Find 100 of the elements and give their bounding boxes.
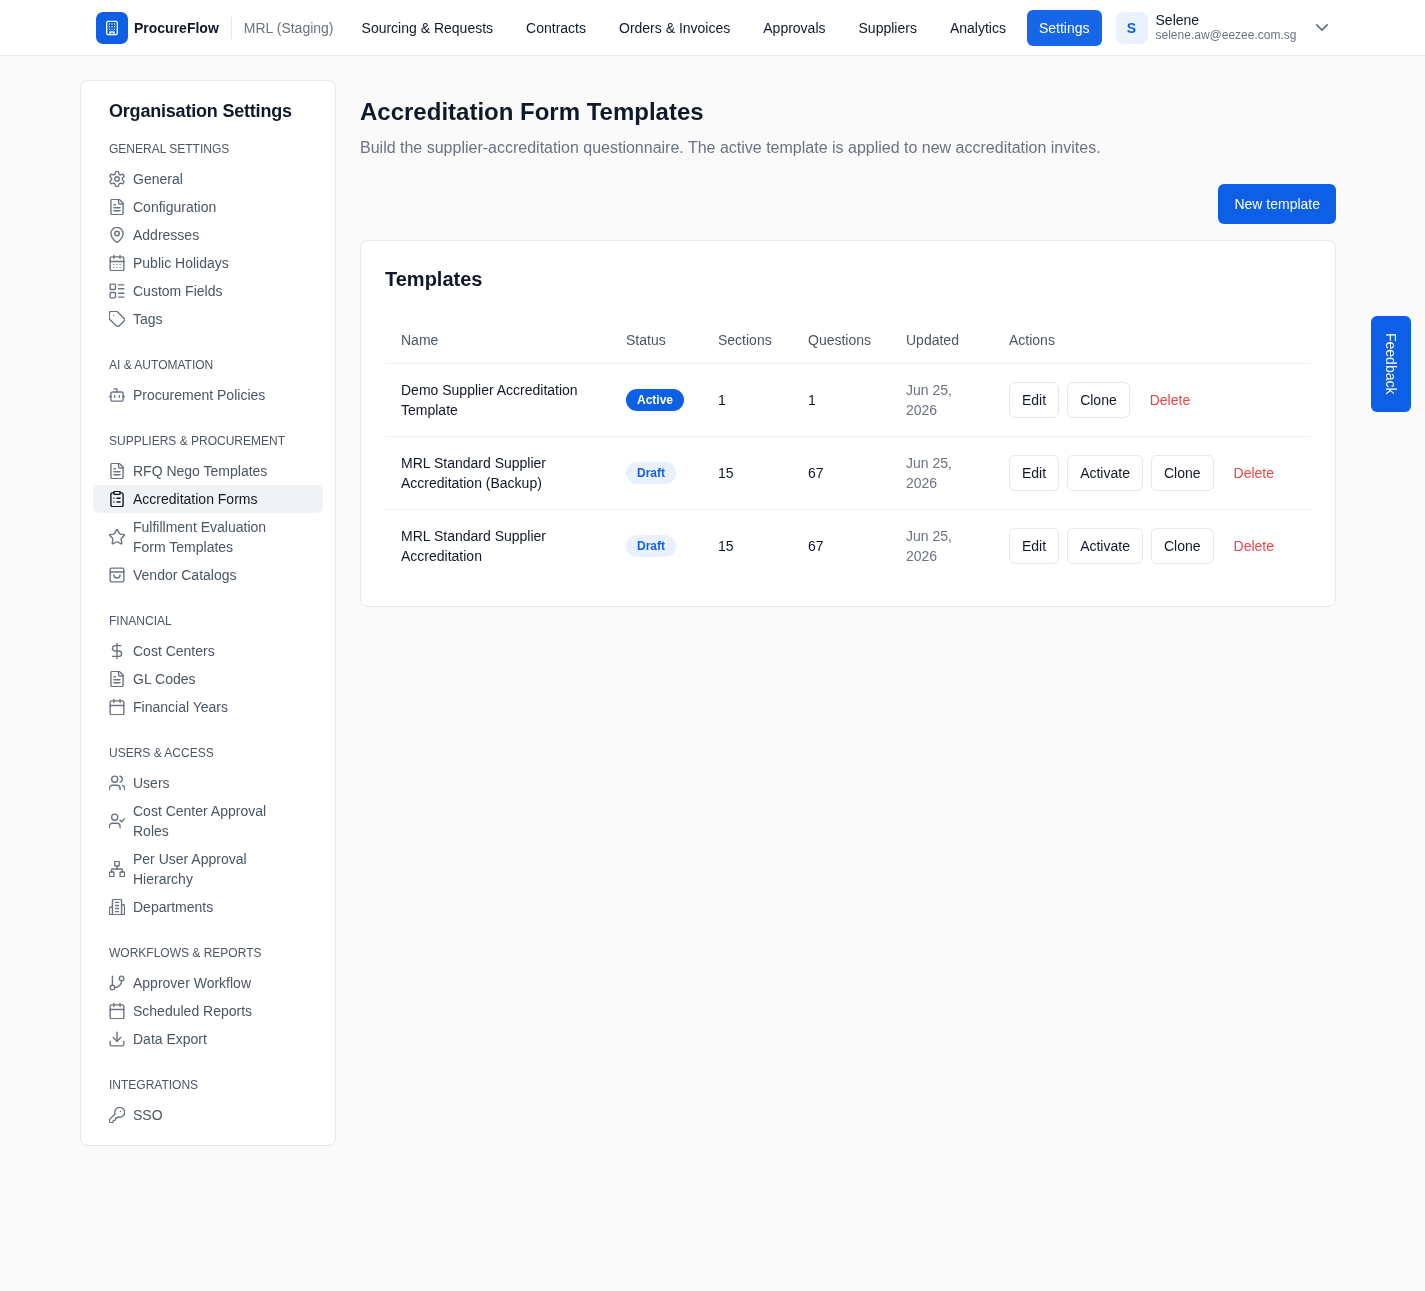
sidebar-link[interactable]: Users <box>93 769 323 797</box>
sidebar-link[interactable]: Approver Workflow <box>93 969 323 997</box>
clipboard-icon <box>109 491 125 507</box>
nav-link[interactable]: Settings <box>1026 9 1102 46</box>
sidebar-link[interactable]: Vendor Catalogs <box>93 561 323 589</box>
row-action-button[interactable]: Activate <box>1067 528 1143 564</box>
row-action-button[interactable]: Clone <box>1067 382 1130 418</box>
delete-button[interactable]: Delete <box>1137 382 1203 418</box>
table-cell: 15 <box>718 465 734 481</box>
template-name: MRL Standard Supplier Accreditation <box>401 528 546 564</box>
delete-button[interactable]: Delete <box>1221 455 1286 491</box>
table-cell: 15 <box>718 538 734 554</box>
nav-link[interactable]: Analytics <box>937 9 1018 46</box>
bag-icon <box>109 567 125 583</box>
robot-icon <box>109 387 125 403</box>
template-name: MRL Standard Supplier Accreditation (Backup) <box>401 455 546 491</box>
table-cell: 67 <box>808 465 824 481</box>
sidebar-link[interactable]: RFQ Nego Templates <box>93 457 323 485</box>
calendar-icon <box>109 1003 125 1019</box>
chevron-down-icon[interactable] <box>1316 24 1329 31</box>
card-title: Templates <box>385 267 484 292</box>
nav-link[interactable]: Sourcing & Requests <box>349 9 506 46</box>
map-pin-icon <box>109 227 125 243</box>
row-action-button[interactable]: Clone <box>1150 455 1214 491</box>
sidebar-link[interactable]: Procurement Policies <box>93 381 323 409</box>
document-icon <box>109 199 125 215</box>
status-badge: Draft <box>626 535 676 557</box>
dollar-icon <box>109 643 125 659</box>
sidebar-link[interactable]: Accreditation Forms <box>93 485 323 513</box>
document-icon <box>109 671 125 687</box>
sidebar-link[interactable]: General <box>93 165 323 193</box>
column-header: Sections <box>718 331 772 348</box>
calendar-icon <box>109 255 125 271</box>
building-icon <box>109 899 125 915</box>
row-action-button[interactable]: Activate <box>1067 455 1143 491</box>
section-heading: WORKFLOWS & REPORTS <box>108 945 263 961</box>
nav-link[interactable]: Contracts <box>514 9 598 46</box>
key-icon <box>109 1107 125 1123</box>
sidebar-link[interactable]: Tags <box>93 305 323 333</box>
sidebar-link[interactable]: Fulfillment Evaluation Form Templates <box>93 513 323 561</box>
tag-icon <box>109 311 125 327</box>
user-email: selene.aw@eezee.com.sg <box>1155 28 1297 43</box>
new-template-button[interactable]: New template <box>1218 184 1336 224</box>
template-name: Demo Supplier Accreditation Template <box>401 382 578 418</box>
sidebar-link[interactable]: Data Export <box>93 1025 323 1053</box>
section-heading: FINANCIAL <box>108 613 173 629</box>
sidebar-title: Organisation Settings <box>108 100 293 123</box>
settings-icon <box>109 171 125 187</box>
section-heading: INTEGRATIONS <box>108 1077 200 1093</box>
status-badge: Draft <box>626 462 676 484</box>
download-icon <box>109 1031 125 1047</box>
sidebar-link[interactable]: Addresses <box>93 221 323 249</box>
table-cell: 1 <box>808 392 816 408</box>
row-action-button[interactable]: Edit <box>1009 528 1060 564</box>
section-heading: GENERAL SETTINGS <box>108 141 231 157</box>
sidebar-link[interactable]: Financial Years <box>93 693 323 721</box>
row-action-button[interactable]: Clone <box>1150 528 1214 564</box>
row-action-button[interactable]: Edit <box>1009 382 1060 418</box>
sidebar-link[interactable]: Per User Approval Hierarchy <box>93 845 323 893</box>
building-logo-icon[interactable] <box>96 11 128 44</box>
nav-link[interactable]: Suppliers <box>846 9 929 46</box>
updated-date: Jun 25, 2026 <box>906 382 952 418</box>
users-icon <box>109 775 125 791</box>
section-heading: USERS & ACCESS <box>108 745 215 761</box>
environment-label: MRL (Staging) <box>243 19 334 36</box>
sidebar-link[interactable]: Departments <box>93 893 323 921</box>
calendar-icon <box>109 699 125 715</box>
status-badge: Active <box>626 389 685 411</box>
user-name: Selene <box>1155 12 1201 28</box>
sidebar-link[interactable]: Scheduled Reports <box>93 997 323 1025</box>
brand-name: ProcureFlow <box>134 19 219 36</box>
nav-link[interactable]: Orders & Invoices <box>607 9 743 46</box>
page-title: Accreditation Form Templates <box>360 97 705 127</box>
document-icon <box>109 463 125 479</box>
branch-icon <box>109 975 125 991</box>
column-header: Questions <box>808 331 872 348</box>
delete-button[interactable]: Delete <box>1221 528 1286 564</box>
star-icon <box>109 529 125 545</box>
page-description: Build the supplier-accreditation questionnaire. The active template is applied to new accreditation invites. <box>360 138 1102 158</box>
user-check-icon <box>109 813 125 829</box>
column-header: Actions <box>1009 331 1055 348</box>
row-action-button[interactable]: Edit <box>1009 455 1060 491</box>
table-cell: 1 <box>718 392 726 408</box>
nav-link[interactable]: Approvals <box>751 9 838 46</box>
sidebar-link[interactable]: Cost Center Approval Roles <box>93 797 323 845</box>
column-header: Name <box>401 331 439 348</box>
column-header: Status <box>626 331 666 348</box>
hierarchy-icon <box>109 861 125 877</box>
sidebar-link[interactable]: Configuration <box>93 193 323 221</box>
updated-date: Jun 25, 2026 <box>906 455 952 491</box>
user-avatar[interactable]: S <box>1115 11 1148 44</box>
feedback-button[interactable]: Feedback <box>1371 316 1411 412</box>
sidebar-link[interactable]: Custom Fields <box>93 277 323 305</box>
sidebar-link[interactable]: Public Holidays <box>93 249 323 277</box>
section-heading: AI & AUTOMATION <box>108 357 215 373</box>
sidebar-link[interactable]: GL Codes <box>93 665 323 693</box>
sidebar-link[interactable]: SSO <box>93 1101 323 1129</box>
sidebar-link[interactable]: Cost Centers <box>93 637 323 665</box>
updated-date: Jun 25, 2026 <box>906 528 952 564</box>
column-header: Updated <box>906 331 959 348</box>
